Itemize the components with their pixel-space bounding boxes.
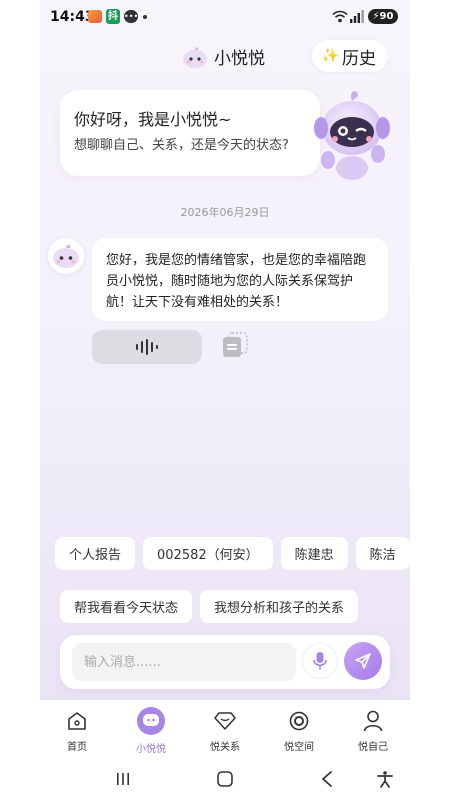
diamond-icon xyxy=(213,709,237,733)
tab-label: 悦关系 xyxy=(210,742,240,753)
copy-icon[interactable] xyxy=(222,332,248,358)
tab-label: 首页 xyxy=(67,742,87,753)
tab-relationship[interactable]: 悦关系 xyxy=(188,700,262,758)
tab-xiaoyueyue[interactable]: 小悦悦 xyxy=(114,700,188,758)
more-notifications-icon xyxy=(143,15,147,19)
tab-self[interactable]: 悦自己 xyxy=(336,700,410,758)
quick-chip[interactable]: 陈建忠 xyxy=(280,537,348,570)
sparkle-icon: ✨ xyxy=(321,48,339,64)
page-title: 小悦悦 xyxy=(214,49,265,69)
bottom-tab-bar: 首页 小悦悦 悦关系 悦空间 悦自己 xyxy=(40,700,410,758)
tab-space[interactable]: 悦空间 xyxy=(262,700,336,758)
suggestion-chips-row: 帮我看看今天状态 我想分析和孩子的关系 xyxy=(60,590,359,623)
home-icon xyxy=(65,709,89,733)
bot-avatar xyxy=(48,238,84,274)
wifi-icon xyxy=(332,10,348,23)
quick-chip[interactable]: 陈洁 xyxy=(355,537,410,570)
quick-chips-row: 个人报告 002582（何安） 陈建忠 陈洁 xyxy=(55,537,410,570)
quick-chip[interactable]: 个人报告 xyxy=(55,537,136,570)
recent-apps-icon[interactable] xyxy=(112,768,134,790)
message-input-bar xyxy=(60,635,390,689)
back-icon[interactable] xyxy=(316,768,338,790)
send-icon xyxy=(355,653,371,669)
chat-date: 2026年06月29日 xyxy=(180,206,270,219)
person-icon xyxy=(361,709,385,733)
chat-bubble-icon xyxy=(137,707,165,735)
notification-app-icon xyxy=(88,10,102,23)
home-button-icon[interactable] xyxy=(214,768,236,790)
mascot-avatar-icon xyxy=(53,244,79,268)
history-button-label: 历史 xyxy=(342,48,376,69)
greeting-subtitle: 想聊聊自己、关系，还是今天的状态? xyxy=(74,138,289,153)
tab-label: 悦空间 xyxy=(284,742,314,753)
status-bar: 14:43 抖 ••• ⚡90 xyxy=(40,0,410,34)
phone-screen: 14:43 抖 ••• ⚡90 小悦悦 ✨ 历史 你好呀，我是小悦悦~ 想聊聊自… xyxy=(40,0,410,800)
accessibility-icon[interactable] xyxy=(374,768,396,790)
play-voice-button[interactable] xyxy=(92,330,202,364)
voice-input-button[interactable] xyxy=(302,643,338,679)
notification-app-icon: 抖 xyxy=(106,9,120,24)
mascot-robot-image xyxy=(314,91,390,180)
greeting-card: 你好呀，我是小悦悦~ 想聊聊自己、关系，还是今天的状态? xyxy=(60,90,320,176)
suggestion-chip[interactable]: 帮我看看今天状态 xyxy=(60,590,193,623)
tab-label: 小悦悦 xyxy=(136,744,166,755)
audio-wave-icon xyxy=(136,339,158,355)
history-button[interactable]: ✨ 历史 xyxy=(311,40,388,72)
bot-message-bubble: 您好，我是您的情绪管家，也是您的幸福陪跑员小悦悦，随时随地为您的人际关系保驾护航… xyxy=(92,238,388,321)
microphone-icon xyxy=(313,652,327,670)
send-button[interactable] xyxy=(344,642,382,680)
mascot-avatar-icon xyxy=(183,46,207,68)
tab-home[interactable]: 首页 xyxy=(40,700,114,758)
greeting-title: 你好呀，我是小悦悦~ xyxy=(74,110,232,129)
quick-chip[interactable]: 002582（何安） xyxy=(143,537,273,570)
suggestion-chip[interactable]: 我想分析和孩子的关系 xyxy=(200,590,359,623)
battery-level: 90 xyxy=(379,11,394,22)
app-header: 小悦悦 ✨ 历史 xyxy=(40,38,410,76)
message-input[interactable] xyxy=(72,643,296,681)
battery-indicator: ⚡90 xyxy=(368,9,398,24)
tab-label: 悦自己 xyxy=(358,742,388,753)
header-title-group: 小悦悦 xyxy=(182,44,265,69)
signal-icon xyxy=(350,10,364,23)
target-icon xyxy=(287,709,311,733)
message-notification-icon: ••• xyxy=(124,10,139,23)
system-navigation-bar xyxy=(40,758,410,800)
